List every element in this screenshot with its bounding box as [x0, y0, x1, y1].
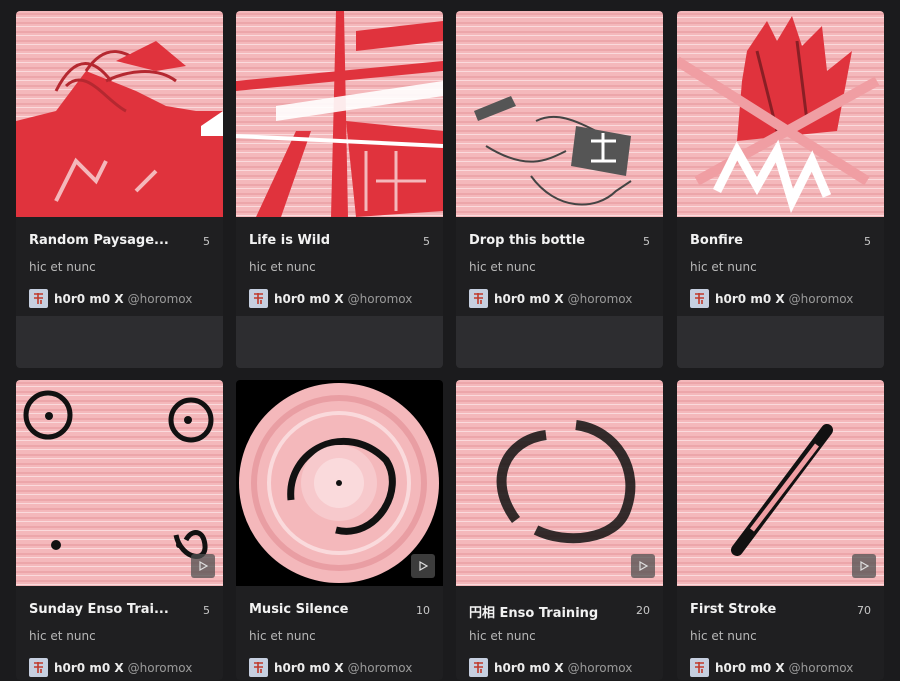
edition-count: 5: [864, 235, 871, 248]
nft-card[interactable]: Sunday Enso Trai... 5 hic et nunc h0r0 m…: [16, 380, 223, 680]
edition-count: 5: [203, 235, 210, 248]
author-handle: @horomox: [347, 291, 413, 306]
edition-count: 10: [416, 604, 430, 617]
edition-count: 70: [857, 604, 871, 617]
card-footer: [236, 316, 443, 368]
card-title[interactable]: Bonfire: [690, 233, 850, 248]
enso-brush-circle-art[interactable]: [456, 380, 663, 586]
nft-card[interactable]: Random Paysage... 5 hic et nunc h0r0 m0 …: [16, 11, 223, 368]
author-link[interactable]: h0r0 m0 X @horomox: [469, 658, 632, 677]
card-title[interactable]: 円相 Enso Training: [469, 602, 629, 621]
author-link[interactable]: h0r0 m0 X @horomox: [29, 658, 192, 677]
avatar-icon: [249, 289, 268, 308]
edition-count: 5: [643, 235, 650, 248]
edition-count: 20: [636, 604, 650, 617]
author-name: h0r0 m0 X: [54, 291, 124, 306]
avatar-icon: [29, 658, 48, 677]
card-description: hic et nunc: [690, 629, 757, 643]
author-link[interactable]: h0r0 m0 X @horomox: [690, 289, 853, 308]
card-description: hic et nunc: [469, 629, 536, 643]
author-link[interactable]: h0r0 m0 X @horomox: [249, 658, 412, 677]
card-description: hic et nunc: [249, 629, 316, 643]
avatar-icon: [690, 289, 709, 308]
nft-card[interactable]: Music Silence 10 hic et nunc h0r0 m0 X @…: [236, 380, 443, 680]
author-name: h0r0 m0 X: [715, 660, 785, 675]
play-icon[interactable]: [852, 554, 876, 578]
author-name: h0r0 m0 X: [54, 660, 124, 675]
author-handle: @horomox: [347, 660, 413, 675]
author-name: h0r0 m0 X: [715, 291, 785, 306]
author-link[interactable]: h0r0 m0 X @horomox: [249, 289, 412, 308]
author-link[interactable]: h0r0 m0 X @horomox: [29, 289, 192, 308]
card-title[interactable]: Music Silence: [249, 602, 409, 617]
card-description: hic et nunc: [29, 260, 96, 274]
author-link[interactable]: h0r0 m0 X @horomox: [690, 658, 853, 677]
author-handle: @horomox: [567, 291, 633, 306]
card-description: hic et nunc: [690, 260, 757, 274]
edition-count: 5: [423, 235, 430, 248]
nft-card[interactable]: 円相 Enso Training 20 hic et nunc h0r0 m0 …: [456, 380, 663, 680]
author-name: h0r0 m0 X: [494, 291, 564, 306]
card-description: hic et nunc: [249, 260, 316, 274]
enso-circles-art[interactable]: [16, 380, 223, 586]
bonfire-art[interactable]: [677, 11, 884, 217]
card-footer: [456, 316, 663, 368]
edition-count: 5: [203, 604, 210, 617]
card-title[interactable]: Drop this bottle: [469, 233, 629, 248]
avatar-icon: [469, 289, 488, 308]
author-handle: @horomox: [567, 660, 633, 675]
brush-stroke-art[interactable]: [677, 380, 884, 586]
card-description: hic et nunc: [29, 629, 96, 643]
nft-card[interactable]: Life is Wild 5 hic et nunc h0r0 m0 X @ho…: [236, 11, 443, 368]
avatar-icon: [29, 289, 48, 308]
play-icon[interactable]: [411, 554, 435, 578]
vinyl-record-art[interactable]: [236, 380, 443, 586]
author-name: h0r0 m0 X: [274, 660, 344, 675]
card-description: hic et nunc: [469, 260, 536, 274]
author-handle: @horomox: [127, 660, 193, 675]
nft-card[interactable]: Bonfire 5 hic et nunc h0r0 m0 X @horomox: [677, 11, 884, 368]
play-icon[interactable]: [631, 554, 655, 578]
avatar-icon: [249, 658, 268, 677]
author-name: h0r0 m0 X: [494, 660, 564, 675]
author-handle: @horomox: [788, 291, 854, 306]
card-footer: [677, 316, 884, 368]
red-tree-branches-art[interactable]: [236, 11, 443, 217]
author-handle: @horomox: [788, 660, 854, 675]
author-handle: @horomox: [127, 291, 193, 306]
card-title[interactable]: Life is Wild: [249, 233, 409, 248]
avatar-icon: [469, 658, 488, 677]
author-name: h0r0 m0 X: [274, 291, 344, 306]
card-title[interactable]: First Stroke: [690, 602, 850, 617]
bottle-art[interactable]: [456, 11, 663, 217]
card-title[interactable]: Random Paysage...: [29, 233, 189, 248]
nft-card[interactable]: First Stroke 70 hic et nunc h0r0 m0 X @h…: [677, 380, 884, 680]
author-link[interactable]: h0r0 m0 X @horomox: [469, 289, 632, 308]
card-title[interactable]: Sunday Enso Trai...: [29, 602, 189, 617]
play-icon[interactable]: [191, 554, 215, 578]
red-landscape-art[interactable]: [16, 11, 223, 217]
card-footer: [16, 316, 223, 368]
avatar-icon: [690, 658, 709, 677]
nft-card[interactable]: Drop this bottle 5 hic et nunc h0r0 m0 X…: [456, 11, 663, 368]
